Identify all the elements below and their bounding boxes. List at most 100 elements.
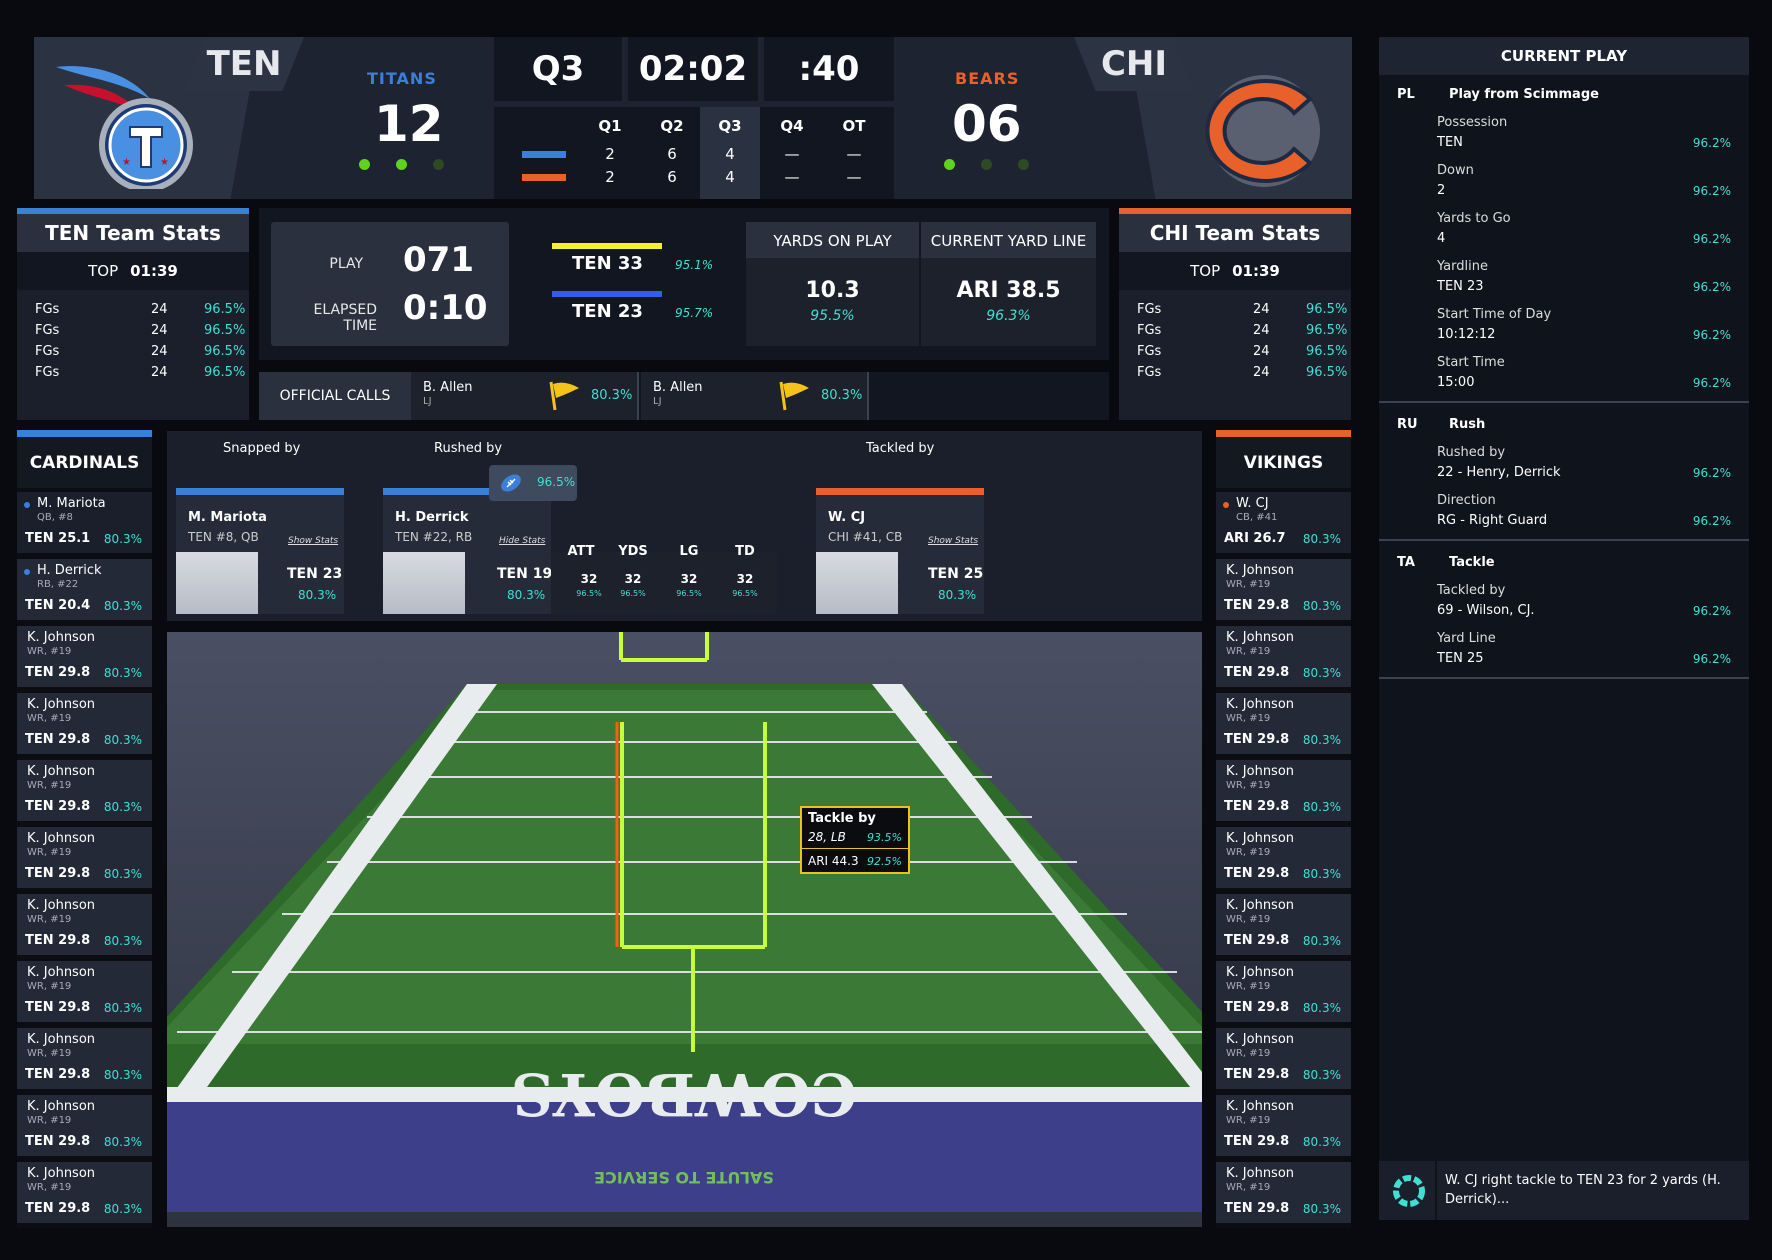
roster-player-item[interactable]: K. Johnson WR, #19 TEN 29.8 80.3% xyxy=(1216,894,1351,958)
player-confidence: 80.3% xyxy=(938,588,977,602)
roster-player-item[interactable]: K. Johnson WR, #19 TEN 29.8 80.3% xyxy=(17,1028,152,1092)
roster-player-item[interactable]: H. Derrick RB, #22 TEN 20.4 80.3% xyxy=(17,559,152,623)
player-yardline: TEN 29.8 xyxy=(25,665,91,680)
home-period-score: 6 xyxy=(667,145,677,163)
stat-value: 32 xyxy=(736,572,754,586)
roster-player-item[interactable]: K. Johnson WR, #19 TEN 29.8 80.3% xyxy=(1216,693,1351,757)
roster-player-item[interactable]: K. Johnson WR, #19 TEN 29.8 80.3% xyxy=(17,1162,152,1226)
roster-player-item[interactable]: K. Johnson WR, #19 TEN 29.8 80.3% xyxy=(1216,626,1351,690)
rushed-by-label: Rushed by xyxy=(434,441,503,456)
roster-player-item[interactable]: W. CJ CB, #41 ARI 26.7 80.3% xyxy=(1216,492,1351,556)
player-confidence: 80.3% xyxy=(1302,867,1341,881)
stat-confidence: 96.5% xyxy=(620,589,646,598)
official-call-item[interactable]: B. Allen LJ 80.3% xyxy=(641,372,869,420)
player-photo xyxy=(383,552,465,614)
stat-value: 32 xyxy=(580,572,598,586)
svg-text:★: ★ xyxy=(122,157,131,168)
stat-label: FGs xyxy=(35,365,60,380)
roster-player-item[interactable]: K. Johnson WR, #19 TEN 29.8 80.3% xyxy=(1216,827,1351,891)
official-position: LJ xyxy=(423,396,432,407)
current-play-panel: CURRENT PLAY PL Play from Scimmage Possess… xyxy=(1379,37,1749,1220)
period-header: Q4 xyxy=(780,117,804,135)
show-stats-link[interactable]: Show Stats xyxy=(288,536,338,546)
player-info: TEN #22, RB xyxy=(395,530,473,544)
stat-header: YDS xyxy=(618,544,648,559)
roster-player-item[interactable]: K. Johnson WR, #19 TEN 29.8 80.3% xyxy=(1216,1028,1351,1092)
current-yard-line-value: ARI 38.5 xyxy=(956,278,1061,303)
official-call-item[interactable]: B. Allen LJ 80.3% xyxy=(411,372,639,420)
player-name: K. Johnson xyxy=(27,697,96,712)
roster-player-item[interactable]: K. Johnson WR, #19 TEN 29.8 80.3% xyxy=(1216,961,1351,1025)
roster-player-item[interactable]: K. Johnson WR, #19 TEN 29.8 80.3% xyxy=(1216,559,1351,623)
svg-text:★: ★ xyxy=(160,157,169,168)
yards-on-play-confidence: 95.5% xyxy=(810,308,855,324)
player-position: WR, #19 xyxy=(27,646,72,657)
player-yardline: TEN 19 xyxy=(497,566,553,582)
player-position: WR, #19 xyxy=(27,1182,72,1193)
roster-player-item[interactable]: K. Johnson WR, #19 TEN 29.8 80.3% xyxy=(17,1095,152,1159)
chi-team-stats-title: CHI Team Stats xyxy=(1119,208,1351,252)
stat-confidence: 96.5% xyxy=(676,589,702,598)
player-confidence: 80.3% xyxy=(1302,532,1341,546)
section-code: PL xyxy=(1397,87,1415,102)
roster-player-item[interactable]: K. Johnson WR, #19 TEN 29.8 80.3% xyxy=(1216,1162,1351,1226)
roster-player-item[interactable]: K. Johnson WR, #19 TEN 29.8 80.3% xyxy=(17,693,152,757)
home-period-score: 4 xyxy=(725,145,735,163)
section-title: Tackle xyxy=(1449,555,1495,570)
elapsed-label-line: TIME xyxy=(343,318,377,334)
player-name: K. Johnson xyxy=(1226,1032,1295,1047)
stat-confidence: 96.5% xyxy=(1306,365,1348,380)
player-yardline: TEN 29.8 xyxy=(1224,1067,1290,1082)
player-name: K. Johnson xyxy=(27,1166,96,1181)
player-confidence: 80.3% xyxy=(103,666,142,680)
home-period-score: — xyxy=(784,145,800,163)
tackle-annotation[interactable]: Tackle by 28, LB 93.5% ARI 44.3 92.5% xyxy=(800,806,910,874)
game-clock: 02:02 xyxy=(628,37,758,101)
player-confidence: 80.3% xyxy=(1302,800,1341,814)
player-confidence: 80.3% xyxy=(103,1202,142,1216)
player-confidence: 80.3% xyxy=(1302,934,1341,948)
player-name: W. CJ xyxy=(1236,496,1269,511)
player-name: H. Derrick xyxy=(395,510,469,525)
player-position: WR, #19 xyxy=(1226,1048,1271,1059)
section-title: Play from Scimmage xyxy=(1449,87,1599,102)
stat-label: FGs xyxy=(1137,323,1162,338)
field-value: RG - Right Guard xyxy=(1437,513,1548,528)
roster-player-item[interactable]: K. Johnson WR, #19 TEN 29.8 80.3% xyxy=(17,760,152,824)
current-yard-line-confidence: 96.3% xyxy=(986,308,1031,324)
elapsed-label: ELAPSED TIME xyxy=(291,302,378,334)
player-confidence: 80.3% xyxy=(103,1001,142,1015)
roster-player-item[interactable]: K. Johnson WR, #19 TEN 29.8 80.3% xyxy=(17,894,152,958)
play-section: RU Rush Rushed by 22 - Henry, Derrick 96.2% D… xyxy=(1379,405,1749,541)
player-name: K. Johnson xyxy=(27,1099,96,1114)
field-video[interactable]: COWBOYS SALUTE TO SERVICE xyxy=(167,632,1202,1227)
section-code: RU xyxy=(1397,417,1418,432)
roster-player-item[interactable]: K. Johnson WR, #19 TEN 29.8 80.3% xyxy=(17,961,152,1025)
away-score: 06 xyxy=(952,95,1022,153)
home-score: 12 xyxy=(374,95,444,153)
player-yardline: ARI 26.7 xyxy=(1224,531,1286,546)
ten-team-stats-panel: TEN Team Stats TOP 01:39 FGs 24 96.5% FG… xyxy=(17,208,249,420)
roster-player-item[interactable]: K. Johnson WR, #19 TEN 29.8 80.3% xyxy=(1216,760,1351,824)
away-color-swatch xyxy=(522,174,566,181)
player-name: W. CJ xyxy=(828,510,866,525)
roster-player-item[interactable]: K. Johnson WR, #19 TEN 29.8 80.3% xyxy=(17,626,152,690)
yards-on-play-value: 10.3 xyxy=(805,278,860,303)
player-name: K. Johnson xyxy=(1226,630,1295,645)
player-position: WR, #19 xyxy=(27,914,72,925)
roster-player-item[interactable]: K. Johnson WR, #19 TEN 29.8 80.3% xyxy=(17,827,152,891)
hide-stats-link[interactable]: Hide Stats xyxy=(499,536,545,546)
roster-player-item[interactable]: M. Mariota QB, #8 TEN 25.1 80.3% xyxy=(17,492,152,556)
show-stats-link[interactable]: Show Stats xyxy=(928,536,978,546)
player-confidence: 80.3% xyxy=(103,934,142,948)
field-confidence: 96.2% xyxy=(1692,136,1731,150)
player-yardline: TEN 29.8 xyxy=(1224,933,1290,948)
player-yardline: TEN 25 xyxy=(928,566,984,582)
official-name: B. Allen xyxy=(423,380,473,395)
play-clock: :40 xyxy=(764,37,894,101)
player-position: WR, #19 xyxy=(1226,1182,1271,1193)
play-value: 071 xyxy=(403,240,474,280)
roster-player-item[interactable]: K. Johnson WR, #19 TEN 29.8 80.3% xyxy=(1216,1095,1351,1159)
stat-confidence: 96.5% xyxy=(204,323,246,338)
end-zone-text: COWBOYS xyxy=(511,1060,857,1128)
